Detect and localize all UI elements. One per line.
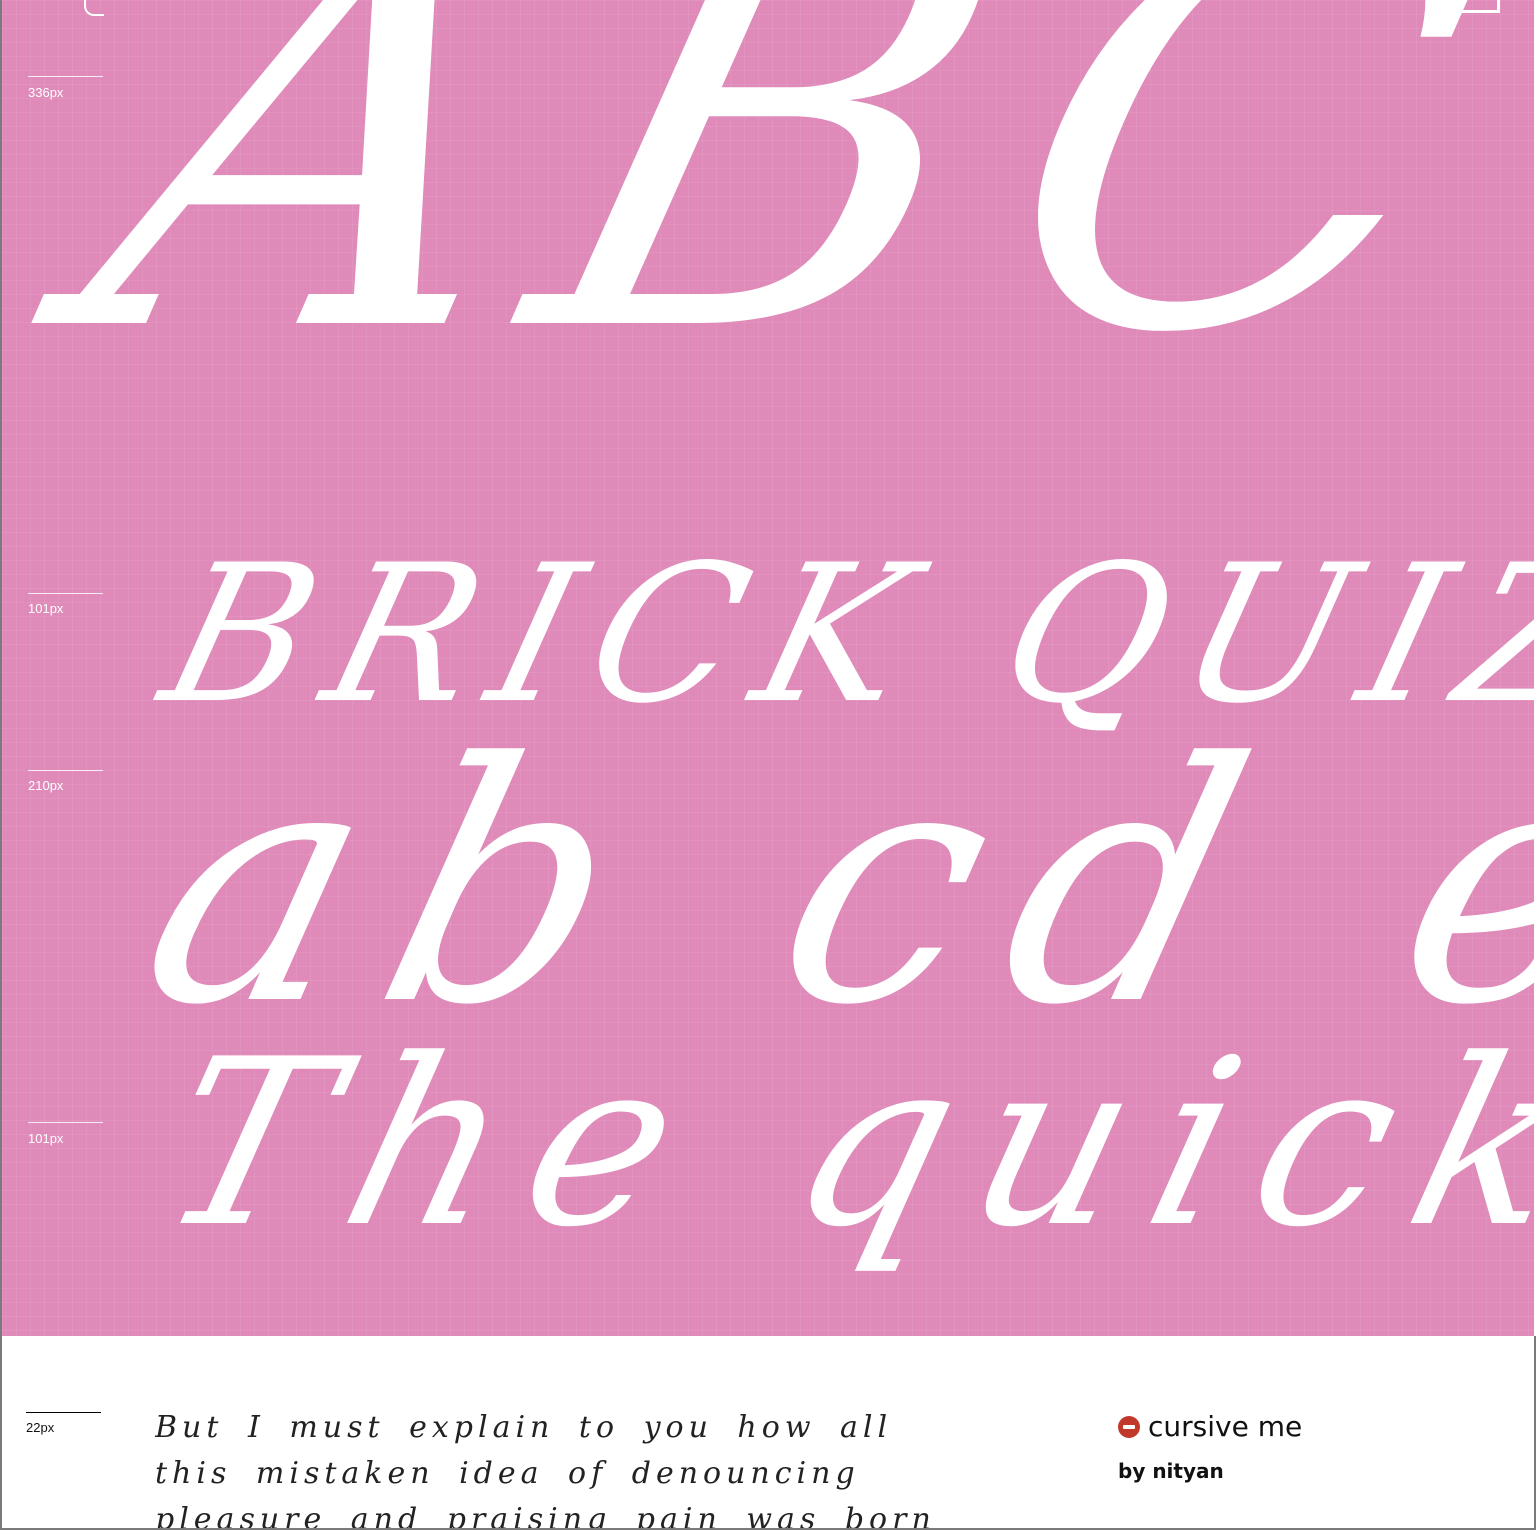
size-ruler-label: 101px [28, 1131, 64, 1146]
sample-size-label: 22px [26, 1420, 55, 1435]
specimen-canvas: ABC BRICK QUIZ ab cd ef The quick br 336… [2, 0, 1534, 1336]
font-title-row[interactable]: cursive me [1118, 1410, 1302, 1443]
frame-border-left [0, 0, 2, 1530]
specimen-line-lowercase: ab cd ef [114, 693, 1534, 1077]
specimen-line-quick: The quick br [138, 1011, 1534, 1278]
size-ruler-label: 336px [28, 85, 64, 100]
size-ruler [28, 1122, 103, 1123]
size-ruler [28, 770, 103, 771]
specimen-line-abc: ABC [40, 0, 1534, 456]
size-ruler-label: 210px [28, 778, 64, 793]
size-ruler [28, 76, 103, 77]
sample-size-ruler [26, 1412, 101, 1413]
minus-circle-icon[interactable] [1118, 1415, 1140, 1438]
partial-glyph-decoration [84, 0, 104, 16]
sample-paragraph: But I must explain to you how all this m… [155, 1410, 936, 1530]
font-name[interactable]: cursive me [1148, 1410, 1302, 1443]
size-ruler [28, 593, 103, 594]
font-info: cursive me by nityan [1118, 1410, 1302, 1483]
font-author[interactable]: by nityan [1118, 1459, 1302, 1483]
size-ruler-label: 101px [28, 601, 64, 616]
